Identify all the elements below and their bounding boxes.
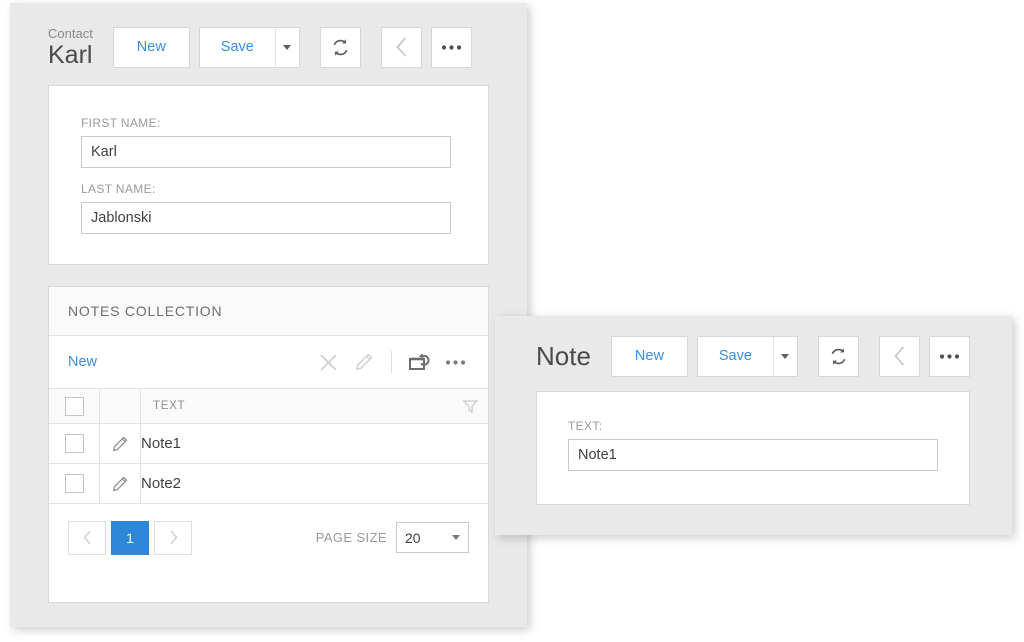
close-x-icon bbox=[319, 353, 338, 372]
chevron-left-icon bbox=[395, 36, 408, 58]
contact-toolbar: Contact Karl New Save bbox=[48, 24, 472, 70]
table-row[interactable]: Note2 bbox=[49, 464, 488, 504]
notes-collection-toolbar: New bbox=[49, 336, 488, 388]
note-new-button[interactable]: New bbox=[611, 336, 688, 377]
notes-pager: 1 PAGE SIZE 20 bbox=[49, 503, 488, 571]
chevron-down-icon bbox=[781, 354, 789, 359]
notes-grid-head: TEXT bbox=[49, 389, 488, 424]
row-select-cell bbox=[49, 424, 100, 464]
first-name-label: FIRST NAME: bbox=[81, 116, 451, 130]
chevron-right-icon bbox=[169, 530, 178, 545]
note-text-field-group: TEXT: Note1 bbox=[568, 419, 938, 471]
contact-refresh-button[interactable] bbox=[320, 27, 361, 68]
note-save-dropdown-button[interactable] bbox=[773, 336, 798, 377]
note-panel-title: Note bbox=[536, 343, 591, 369]
popout-window-icon bbox=[409, 352, 430, 372]
edit-column-header bbox=[100, 389, 141, 424]
table-row[interactable]: Note1 bbox=[49, 424, 488, 464]
page-size-group: PAGE SIZE 20 bbox=[316, 522, 469, 553]
notes-collection-card: NOTES COLLECTION New bbox=[48, 286, 489, 603]
chevron-left-icon bbox=[893, 345, 906, 367]
collection-edit-button[interactable] bbox=[346, 345, 382, 379]
notes-grid: TEXT bbox=[49, 388, 488, 503]
contact-more-button[interactable] bbox=[431, 27, 472, 68]
refresh-icon bbox=[330, 37, 351, 58]
pencil-icon bbox=[355, 353, 373, 371]
last-name-field-group: LAST NAME: Jablonski bbox=[81, 182, 451, 234]
note-refresh-button[interactable] bbox=[818, 336, 859, 377]
select-all-checkbox[interactable] bbox=[65, 397, 84, 416]
last-name-input[interactable]: Jablonski bbox=[81, 202, 451, 234]
contact-title-main: Karl bbox=[48, 43, 93, 68]
note-save-split-button: Save bbox=[697, 336, 798, 377]
refresh-icon bbox=[828, 346, 849, 367]
collection-new-link[interactable]: New bbox=[68, 354, 97, 370]
first-name-field-group: FIRST NAME: Karl bbox=[81, 116, 451, 168]
row-select-cell bbox=[49, 464, 100, 504]
note-text-label: TEXT: bbox=[568, 419, 938, 433]
first-name-input[interactable]: Karl bbox=[81, 136, 451, 168]
contact-new-button[interactable]: New bbox=[113, 27, 190, 68]
row-checkbox[interactable] bbox=[65, 434, 84, 453]
collection-delete-button[interactable] bbox=[310, 345, 346, 379]
note-form-card: TEXT: Note1 bbox=[536, 391, 970, 505]
chevron-left-icon bbox=[83, 530, 92, 545]
contact-save-button[interactable]: Save bbox=[199, 27, 275, 68]
pencil-icon[interactable] bbox=[100, 476, 140, 492]
chevron-down-icon bbox=[452, 535, 460, 540]
notes-grid-body: Note1 bbox=[49, 424, 488, 504]
pager-page-1-button[interactable]: 1 bbox=[111, 521, 149, 555]
row-checkbox[interactable] bbox=[65, 474, 84, 493]
pencil-icon[interactable] bbox=[100, 436, 140, 452]
page-size-label: PAGE SIZE bbox=[316, 530, 387, 545]
collection-tool-group bbox=[310, 345, 473, 379]
text-column-label: TEXT bbox=[153, 400, 185, 412]
page-size-select[interactable]: 20 bbox=[396, 522, 469, 553]
contact-save-dropdown-button[interactable] bbox=[275, 27, 300, 68]
note-panel: Note New Save bbox=[495, 316, 1012, 535]
notes-collection-header: NOTES COLLECTION bbox=[49, 287, 488, 336]
pager-prev-button[interactable] bbox=[68, 521, 106, 555]
ellipsis-icon bbox=[939, 353, 960, 360]
filter-funnel-icon[interactable] bbox=[463, 399, 478, 414]
contact-form-card: FIRST NAME: Karl LAST NAME: Jablonski bbox=[48, 85, 489, 265]
collection-more-button[interactable] bbox=[437, 345, 473, 379]
contact-back-button[interactable] bbox=[381, 27, 422, 68]
note-more-button[interactable] bbox=[929, 336, 970, 377]
row-text-cell: Note2 bbox=[141, 464, 489, 504]
note-save-button[interactable]: Save bbox=[697, 336, 773, 377]
chevron-down-icon bbox=[283, 45, 291, 50]
row-edit-cell[interactable] bbox=[100, 424, 141, 464]
toolbar-divider bbox=[391, 351, 392, 373]
last-name-label: LAST NAME: bbox=[81, 182, 451, 196]
note-text-input[interactable]: Note1 bbox=[568, 439, 938, 471]
contact-save-split-button: Save bbox=[199, 27, 300, 68]
pager-next-button[interactable] bbox=[154, 521, 192, 555]
ellipsis-icon bbox=[441, 44, 462, 51]
row-edit-cell[interactable] bbox=[100, 464, 141, 504]
contact-title-block: Contact Karl bbox=[48, 27, 93, 68]
note-back-button[interactable] bbox=[879, 336, 920, 377]
page-size-value: 20 bbox=[405, 530, 421, 546]
notes-grid-header-row: TEXT bbox=[49, 389, 488, 424]
app-root: Contact Karl New Save bbox=[0, 0, 1024, 642]
contact-title-kicker: Contact bbox=[48, 27, 93, 40]
row-text-cell: Note1 bbox=[141, 424, 489, 464]
contact-panel: Contact Karl New Save bbox=[10, 3, 527, 627]
text-column-header[interactable]: TEXT bbox=[141, 389, 489, 424]
note-toolbar: Note New Save bbox=[536, 333, 970, 379]
ellipsis-icon bbox=[445, 359, 466, 366]
select-all-header bbox=[49, 389, 100, 424]
collection-popout-button[interactable] bbox=[401, 345, 437, 379]
